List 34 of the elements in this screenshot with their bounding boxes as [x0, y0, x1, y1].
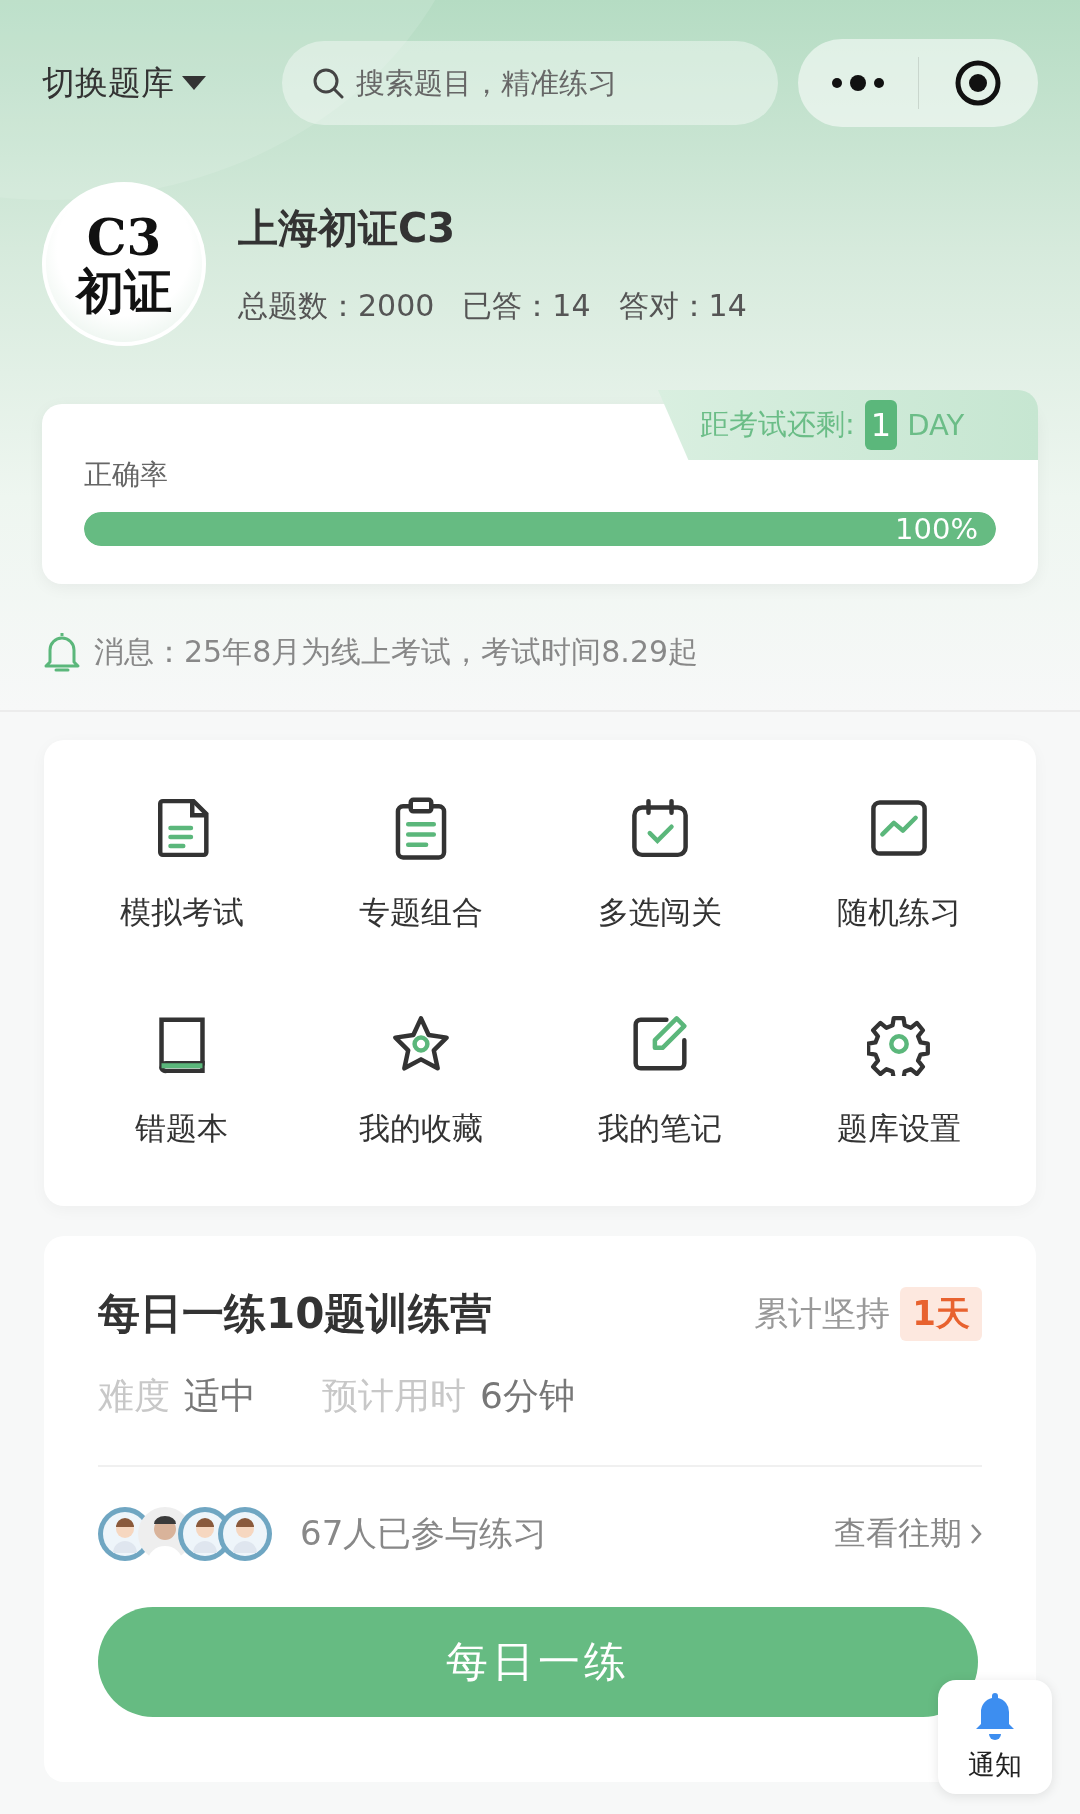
streak-badge: 1天: [900, 1287, 982, 1341]
bank-logo: C3 初证: [42, 182, 206, 346]
feature-item[interactable]: 多选闯关: [540, 796, 779, 934]
search-icon: [312, 67, 344, 99]
dropdown-icon: [182, 76, 206, 90]
accuracy-label: 正确率: [84, 457, 169, 493]
stat-text: 总题数：2000: [238, 287, 435, 325]
stat-text: 已答：14: [462, 287, 591, 325]
feature-item[interactable]: 我的收藏: [301, 1012, 540, 1150]
switch-bank-button[interactable]: 切换题库: [42, 60, 282, 106]
feature-item[interactable]: 随机练习: [779, 796, 1018, 934]
feature-item[interactable]: 题库设置: [779, 1012, 1018, 1150]
notify-button[interactable]: 通知: [938, 1680, 1052, 1794]
target-icon: [954, 59, 1003, 107]
bank-title: 上海初证C3: [238, 204, 457, 253]
participants-text: 67人已参与练习: [300, 1512, 548, 1555]
meta-value: 6分钟: [480, 1375, 575, 1416]
countdown-label: 距考试还剩:: [700, 406, 855, 443]
streak-label: 累计坚持: [754, 1292, 891, 1335]
daily-title: 每日一练10题训练营: [98, 1288, 493, 1340]
notice-text: 消息：25年8月为线上考试，考试时间8.29起: [94, 632, 699, 671]
bell-icon: [42, 630, 82, 674]
feature-item[interactable]: 我的笔记: [540, 1012, 779, 1150]
accuracy-reading: 100%: [895, 512, 978, 546]
stat-text: 答对：14: [618, 287, 747, 325]
feature-item[interactable]: 模拟考试: [62, 796, 301, 934]
meta-value: 适中: [184, 1375, 256, 1416]
history-link[interactable]: 查看往期: [834, 1512, 982, 1556]
countdown-unit: DAY: [907, 408, 965, 442]
feature-item[interactable]: 专题组合: [301, 796, 540, 934]
feature-item[interactable]: 错题本: [62, 1012, 301, 1150]
chevron-icon: [970, 1523, 982, 1545]
countdown-number: 1: [864, 400, 898, 450]
more-icon: [830, 74, 885, 92]
